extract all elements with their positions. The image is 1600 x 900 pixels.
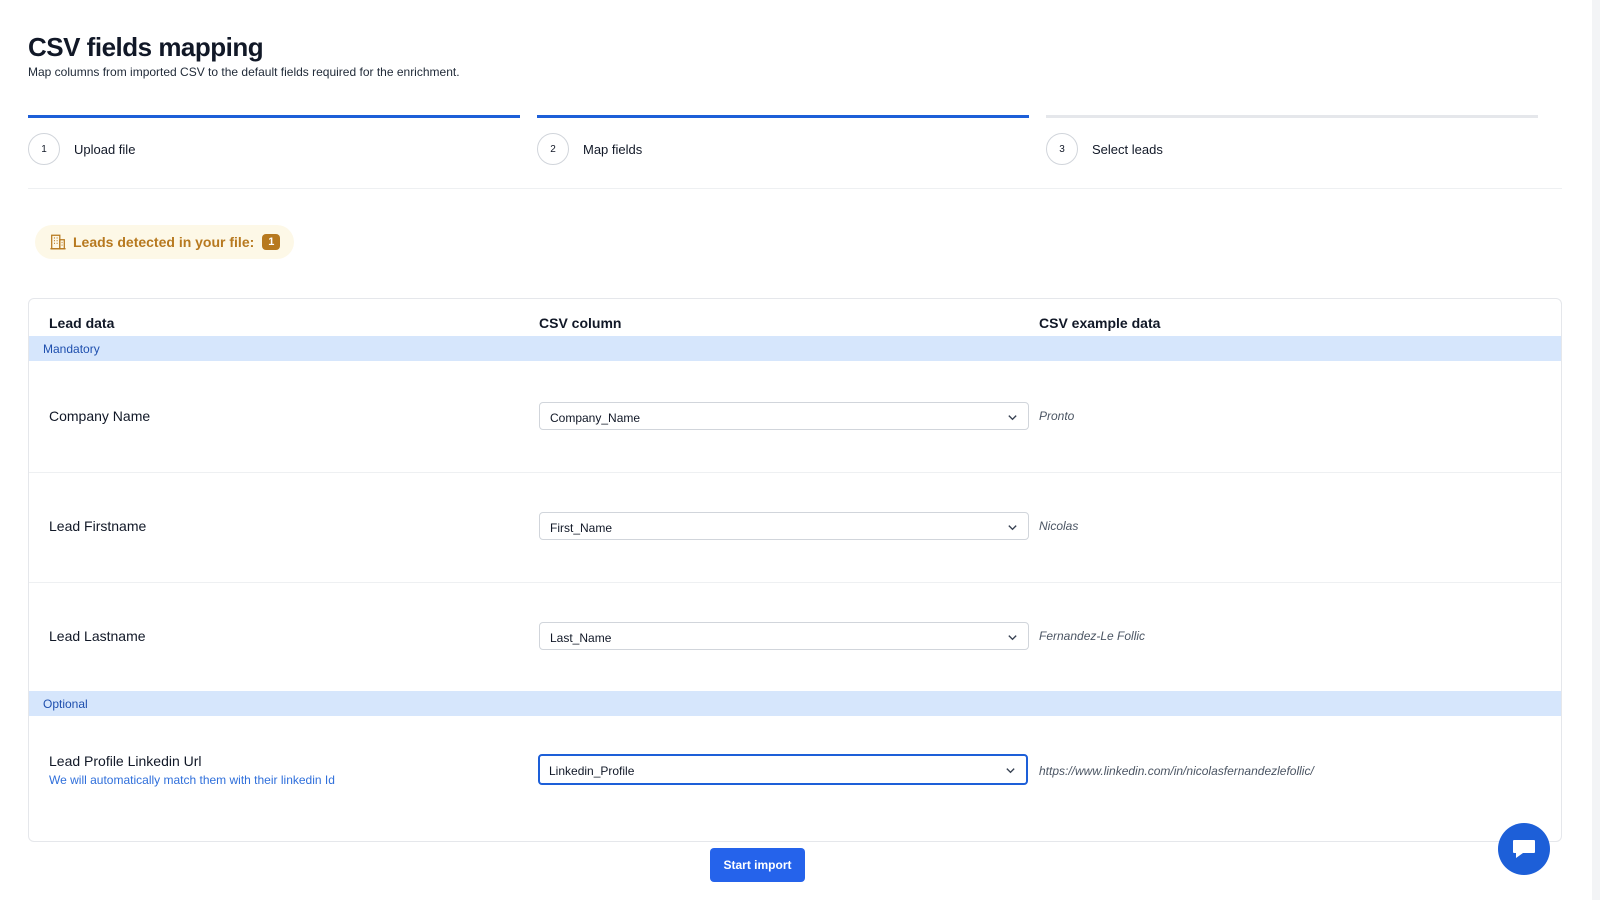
select-value: Last_Name xyxy=(550,631,612,645)
example-value: https://www.linkedin.com/in/nicolasferna… xyxy=(1039,764,1314,778)
step-number: 1 xyxy=(28,133,60,165)
step-number: 3 xyxy=(1046,133,1078,165)
leads-count: 1 xyxy=(262,234,281,250)
step-label: Select leads xyxy=(1092,142,1163,157)
csv-column-select[interactable]: Company_Name xyxy=(539,402,1029,430)
column-header-lead-data: Lead data xyxy=(49,315,115,331)
csv-mapping-page: CSV fields mapping Map columns from impo… xyxy=(28,0,1562,900)
step-label: Map fields xyxy=(583,142,643,157)
table-row: Lead Profile Linkedin Url We will automa… xyxy=(29,716,1561,825)
table-row: Lead Lastname Last_Name Fernandez-Le Fol… xyxy=(29,581,1561,691)
field-label: Lead Profile Linkedin Url xyxy=(49,753,202,769)
csv-column-select[interactable]: Last_Name xyxy=(539,622,1029,650)
section-label: Mandatory xyxy=(43,342,100,356)
step-progress-bar xyxy=(28,115,520,118)
section-label: Optional xyxy=(43,697,88,711)
field-label: Lead Lastname xyxy=(49,628,146,644)
table-row: Lead Firstname First_Name Nicolas xyxy=(29,471,1561,583)
page-subtitle: Map columns from imported CSV to the def… xyxy=(28,65,460,79)
chat-bubble-icon xyxy=(1513,840,1535,858)
leads-detected-badge: Leads detected in your file: 1 xyxy=(35,225,295,259)
field-label: Lead Firstname xyxy=(49,518,147,534)
chevron-down-icon xyxy=(1008,525,1017,531)
step-number: 2 xyxy=(537,133,569,165)
building-icon xyxy=(50,234,66,250)
table-row: Company Name Company_Name Pronto xyxy=(29,361,1561,473)
field-label: Company Name xyxy=(49,408,151,424)
step-progress-bar xyxy=(1046,115,1538,118)
example-value: Nicolas xyxy=(1039,519,1079,533)
step-select-leads[interactable]: 3 Select leads xyxy=(1046,115,1538,189)
page-title: CSV fields mapping xyxy=(28,32,264,62)
csv-column-select[interactable]: Linkedin_Profile xyxy=(538,754,1028,785)
stepper: 1 Upload file 2 Map fields 3 Select lead… xyxy=(28,115,1562,189)
example-value: Fernandez-Le Follic xyxy=(1039,629,1146,643)
section-optional: Optional xyxy=(29,691,1561,716)
select-value: First_Name xyxy=(550,521,613,535)
step-label: Upload file xyxy=(74,142,136,157)
column-header-csv-example: CSV example data xyxy=(1039,315,1161,331)
step-map-fields[interactable]: 2 Map fields xyxy=(537,115,1029,189)
start-import-button[interactable]: Start import xyxy=(710,848,805,882)
step-upload-file[interactable]: 1 Upload file xyxy=(28,115,520,189)
field-help-text: We will automatically match them with th… xyxy=(49,773,335,787)
select-value: Company_Name xyxy=(550,411,641,425)
column-header-csv-column: CSV column xyxy=(539,315,622,331)
page-scrollbar[interactable] xyxy=(1592,0,1600,900)
step-progress-bar xyxy=(537,115,1029,118)
select-value: Linkedin_Profile xyxy=(549,764,635,778)
chevron-down-icon xyxy=(1006,768,1015,774)
leads-detected-label: Leads detected in your file: xyxy=(73,234,255,250)
example-value: Pronto xyxy=(1039,409,1075,423)
chevron-down-icon xyxy=(1008,415,1017,421)
csv-column-select[interactable]: First_Name xyxy=(539,512,1029,540)
section-mandatory: Mandatory xyxy=(29,336,1561,361)
mapping-table: Lead data CSV column CSV example data Ma… xyxy=(28,298,1562,842)
chat-widget-button[interactable] xyxy=(1498,823,1550,875)
chevron-down-icon xyxy=(1008,635,1017,641)
